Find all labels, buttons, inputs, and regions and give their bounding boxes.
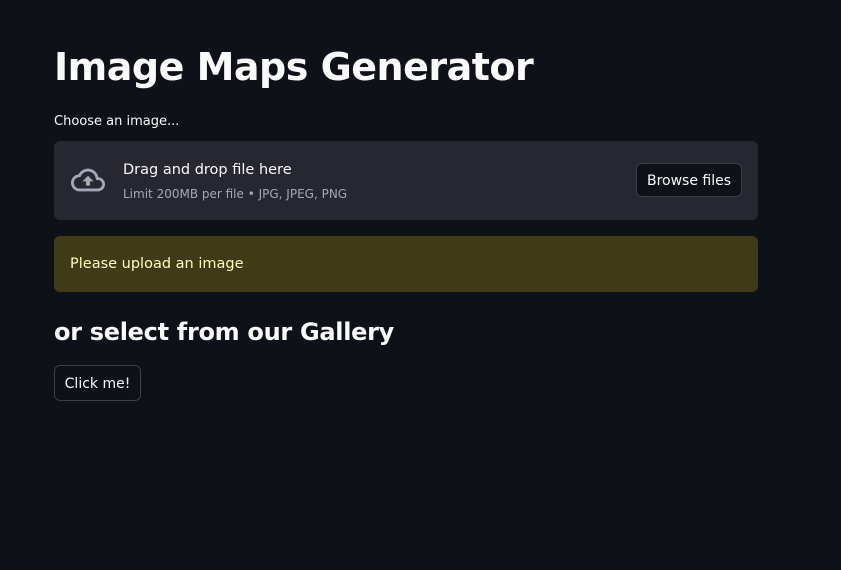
uploader-label: Choose an image... — [54, 114, 180, 129]
cloud-upload-icon — [71, 168, 105, 192]
file-limit-text: Limit 200MB per file • JPG, JPEG, PNG — [123, 187, 348, 201]
warning-text: Please upload an image — [70, 256, 244, 272]
gallery-heading: or select from our Gallery — [54, 318, 395, 346]
file-dropzone[interactable]: Drag and drop file here Limit 200MB per … — [54, 141, 758, 220]
warning-alert: Please upload an image — [54, 236, 758, 292]
browse-files-button[interactable]: Browse files — [636, 163, 742, 197]
page-title: Image Maps Generator — [54, 45, 534, 89]
gallery-click-button[interactable]: Click me! — [54, 365, 141, 401]
dropzone-instructions: Drag and drop file here — [123, 162, 292, 178]
